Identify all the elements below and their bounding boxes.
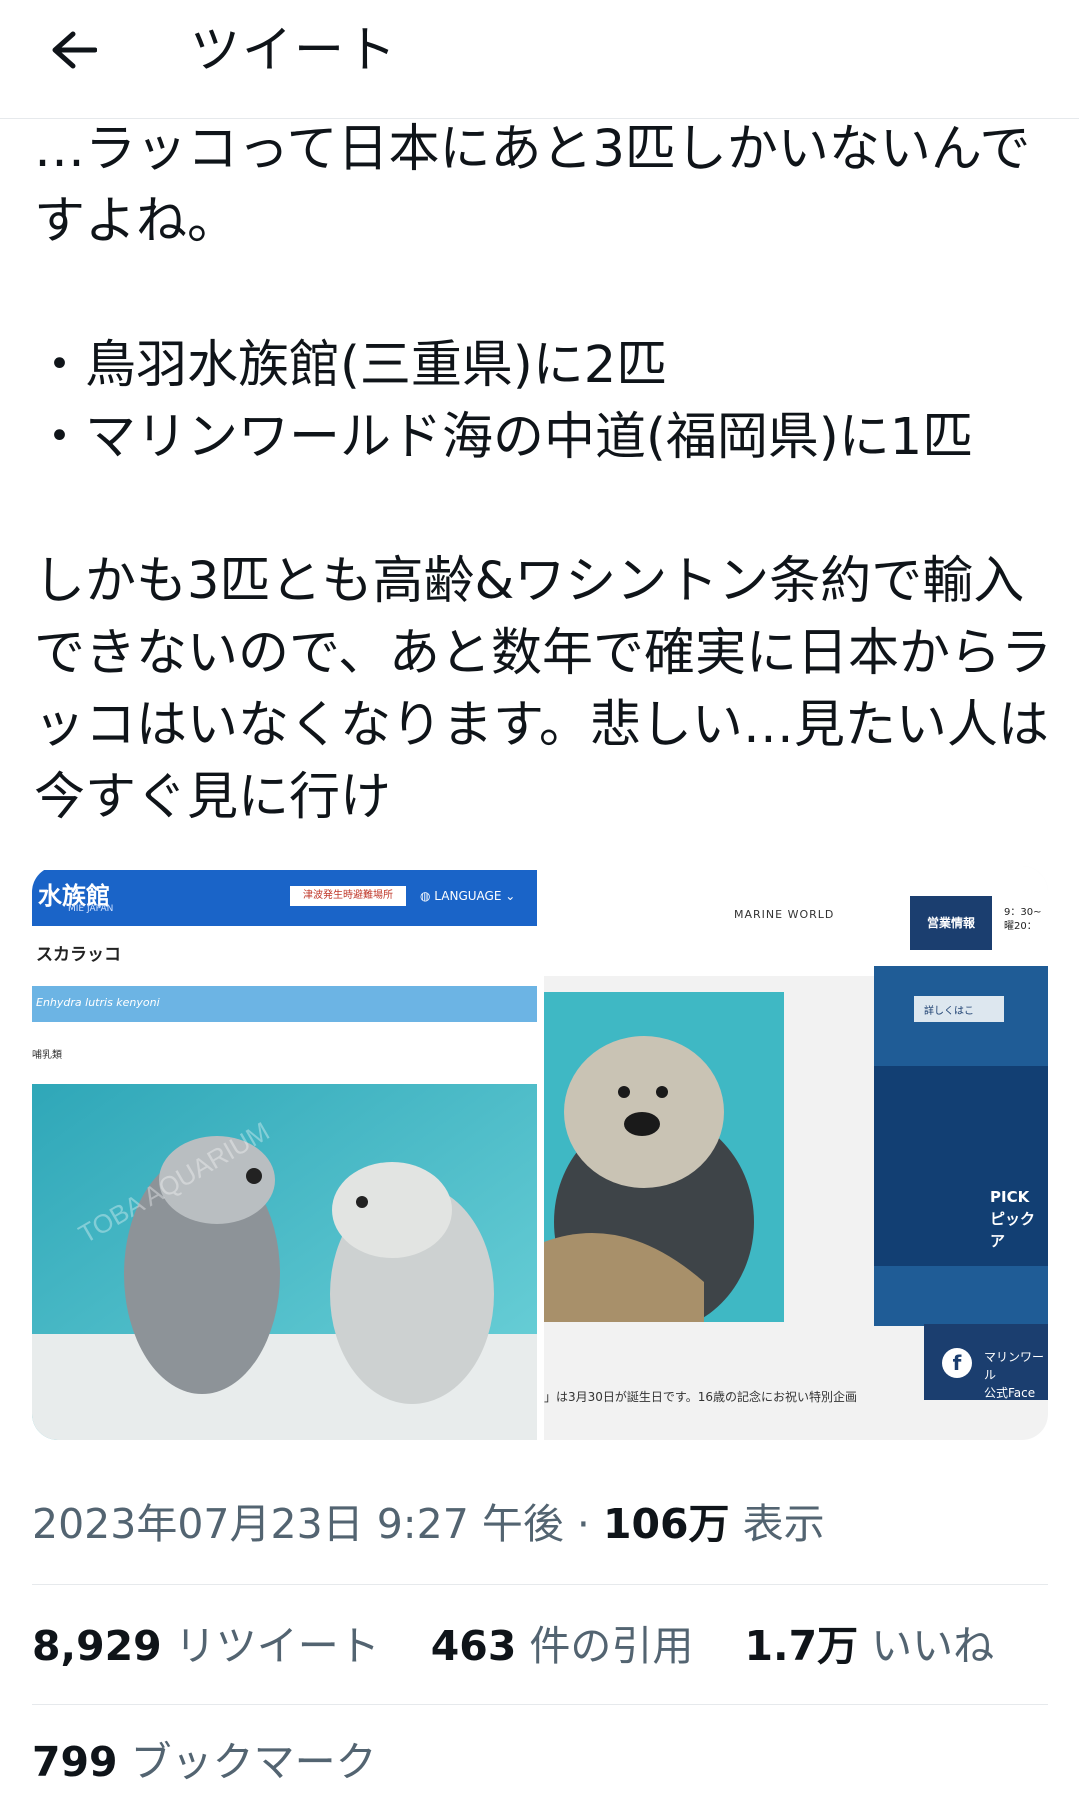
tweet-media: 水族館 MIE JAPAN 津波発生時避難場所 ◍ LANGUAGE ⌄ スカラ… xyxy=(32,866,1048,1440)
hours-button: 営業情報 xyxy=(910,896,992,950)
divider xyxy=(32,1704,1048,1705)
aquarium-banner: 詳しくはこ xyxy=(874,966,1048,1326)
quotes-stat[interactable]: 463 件の引用 xyxy=(431,1622,694,1670)
retweets-label: リツイート xyxy=(174,1622,380,1670)
pick-up-label: PICK ピックア xyxy=(990,1188,1036,1250)
divider xyxy=(32,1584,1048,1585)
likes-label: いいね xyxy=(871,1622,995,1670)
globe-icon: ◍ xyxy=(420,889,435,903)
quotes-count: 463 xyxy=(430,1622,517,1670)
views-count: 106万 xyxy=(602,1500,730,1548)
retweets-count: 8,929 xyxy=(32,1622,162,1670)
photo-caption: 」は3月30日が誕生日です。16歳の記念にお祝い特別企画 xyxy=(544,1390,857,1404)
retweets-stat[interactable]: 8,929 リツイート xyxy=(32,1622,380,1670)
facebook-text: マリンワール 公式Face xyxy=(984,1350,1045,1400)
facebook-icon: f xyxy=(942,1348,972,1378)
detail-button: 詳しくはこ xyxy=(924,1004,974,1017)
aquarium-logo-sub: MIE JAPAN xyxy=(68,904,114,914)
otter-portrait-photo xyxy=(544,992,784,1322)
tweet-timestamp[interactable]: 2023年07月23日 9:27 午後 xyxy=(32,1500,564,1548)
language-label: LANGUAGE xyxy=(434,889,502,903)
marine-world-logo: MARINE WORLD xyxy=(734,908,835,921)
tweet-text: …ラッコって日本にあと3匹しかいないんですよね。 ・鳥羽水族館(三重県)に2匹 … xyxy=(34,120,1052,827)
category-label: 哺乳類 xyxy=(32,1050,62,1061)
arrow-left-icon xyxy=(52,31,97,69)
chevron-down-icon: ⌄ xyxy=(501,889,516,903)
media-image-toba-aquarium[interactable]: 水族館 MIE JAPAN 津波発生時避難場所 ◍ LANGUAGE ⌄ スカラ… xyxy=(32,866,537,1440)
top-bar: ツイート xyxy=(0,0,1079,119)
engagement-stats: 8,929 リツイート 463 件の引用 1.7万 いいね xyxy=(32,1614,1032,1678)
likes-stat[interactable]: 1.7万 いいね xyxy=(744,1622,994,1670)
language-selector: ◍ LANGUAGE ⌄ xyxy=(420,884,515,908)
tweet-meta: 2023年07月23日 9:27 午後 · 106万 表示 xyxy=(32,1494,825,1554)
page-title: ツイート xyxy=(190,21,398,79)
likes-count: 1.7万 xyxy=(744,1622,859,1670)
otters-photo: TOBA AQUARIUM xyxy=(32,1084,537,1440)
bookmarks-stat[interactable]: 799 ブックマーク xyxy=(32,1730,377,1794)
meta-separator: · xyxy=(576,1500,590,1548)
views-label: 表示 xyxy=(742,1500,825,1548)
species-name: スカラッコ xyxy=(36,945,121,965)
quotes-label: 件の引用 xyxy=(529,1622,694,1670)
opening-times: 9：30~ 曜20： xyxy=(1004,907,1042,932)
media-image-marine-world[interactable]: MARINE WORLD 営業情報 9：30~ 曜20： 詳しくはこ PICK … xyxy=(544,866,1048,1440)
facebook-banner: f マリンワール 公式Face xyxy=(924,1324,1048,1400)
evacuation-notice: 津波発生時避難場所 xyxy=(290,886,406,906)
back-button[interactable] xyxy=(46,22,102,78)
bookmarks-label: ブックマーク xyxy=(130,1738,377,1786)
bookmarks-count: 799 xyxy=(32,1738,118,1786)
scientific-name: Enhydra lutris kenyoni xyxy=(36,996,160,1009)
